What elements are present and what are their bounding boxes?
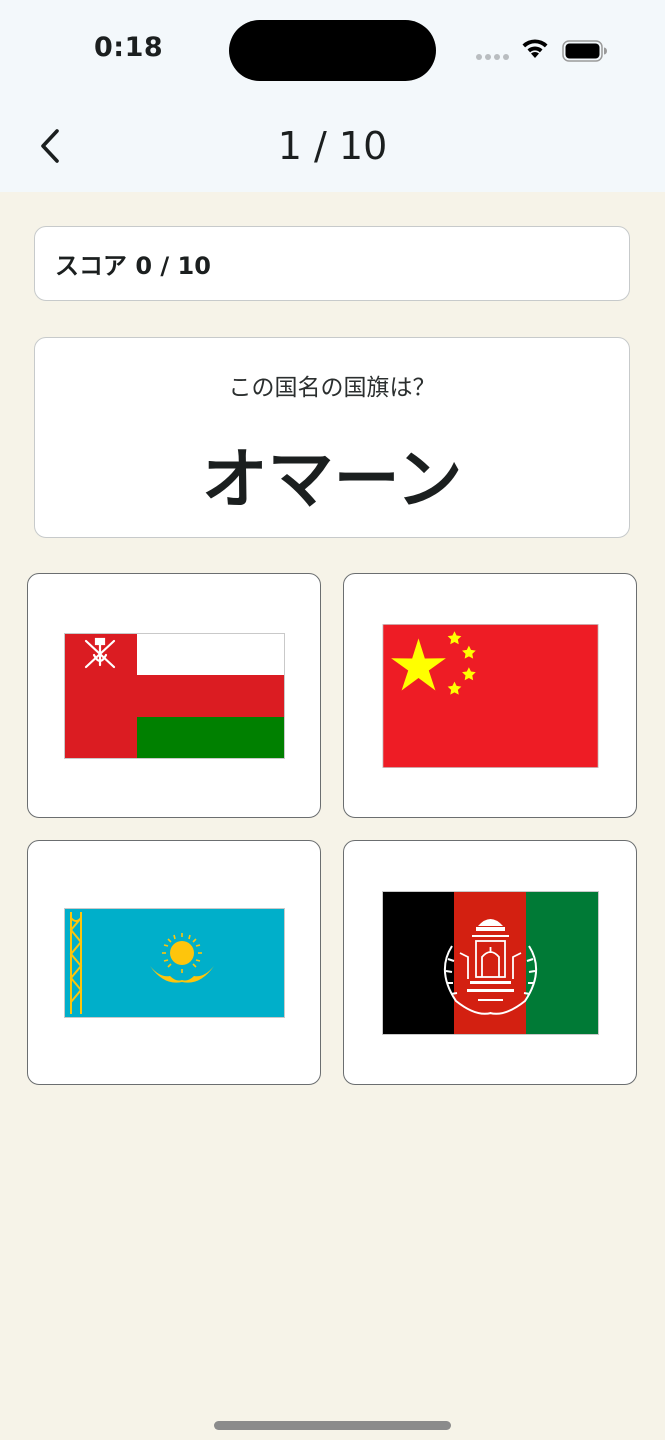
kazakhstan-flag bbox=[63, 907, 285, 1018]
question-card: この国名の国旗は？ オマーン bbox=[34, 337, 630, 538]
dynamic-island bbox=[229, 20, 436, 81]
cellular-signal-icon bbox=[476, 54, 509, 60]
answer-option-kazakhstan[interactable] bbox=[27, 840, 321, 1085]
top-bar: 0:18 1 / 10 bbox=[0, 0, 665, 192]
answer-option-china[interactable] bbox=[343, 573, 637, 818]
oman-flag bbox=[63, 632, 285, 759]
status-time: 0:18 bbox=[94, 32, 164, 63]
answer-option-oman[interactable] bbox=[27, 573, 321, 818]
afghanistan-flag bbox=[381, 890, 599, 1035]
status-icons bbox=[476, 38, 616, 64]
home-indicator[interactable] bbox=[214, 1421, 451, 1430]
score-card: スコア 0 / 10 bbox=[34, 226, 630, 301]
answer-option-afghanistan[interactable] bbox=[343, 840, 637, 1085]
country-name: オマーン bbox=[201, 441, 463, 518]
question-counter: 1 / 10 bbox=[277, 124, 388, 168]
question-prompt: この国名の国旗は？ bbox=[228, 375, 436, 401]
score-label: スコア 0 / 10 bbox=[55, 252, 211, 280]
china-flag bbox=[381, 623, 599, 768]
wifi-icon bbox=[522, 39, 548, 58]
battery-icon bbox=[562, 40, 607, 62]
